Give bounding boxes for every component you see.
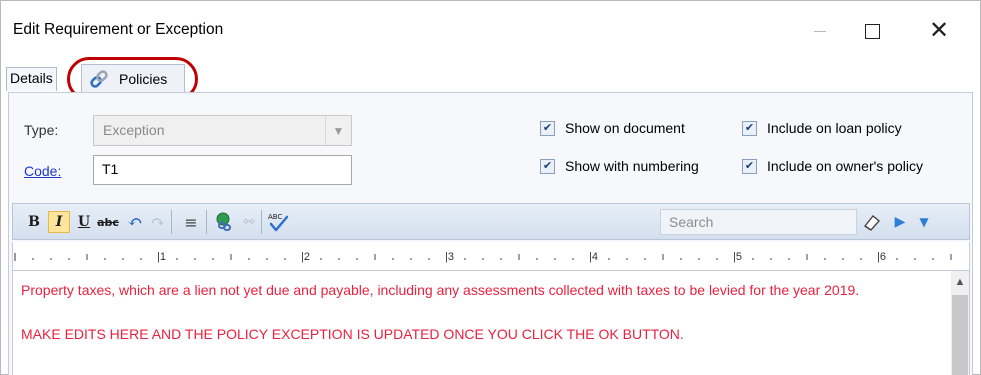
insert-link-button[interactable] [213, 211, 235, 233]
hyperlink-icon [216, 212, 231, 231]
include-on-loan-policy-checkbox[interactable]: ✔ Include on loan policy [742, 120, 902, 136]
window-title: Edit Requirement or Exception [13, 21, 224, 38]
scroll-thumb[interactable] [952, 295, 968, 375]
checkbox-check-icon: ✔ [742, 120, 757, 136]
type-label: Type: [24, 122, 59, 138]
remove-link-icon[interactable]: ⚯ [238, 211, 260, 233]
edit-requirement-window: Edit Requirement or Exception ✕ Details … [0, 0, 981, 375]
code-input[interactable]: T1 [93, 155, 352, 185]
spell-check-button[interactable]: ABC [267, 211, 289, 233]
underline-button[interactable]: U [73, 211, 95, 233]
toolbar-separator [206, 210, 207, 234]
checkbox-check-icon: ✔ [540, 158, 555, 174]
title-bar: Edit Requirement or Exception ✕ [1, 1, 980, 61]
search-next-button[interactable]: ▶ [889, 211, 911, 233]
svg-text:ABC: ABC [268, 213, 282, 221]
checkbox-check-icon: ✔ [540, 120, 555, 136]
show-with-numbering-checkbox[interactable]: ✔ Show with numbering [540, 158, 699, 174]
type-dropdown-value: Exception [103, 122, 165, 138]
bold-button[interactable]: B [23, 211, 45, 233]
chevron-down-icon: ▼ [919, 215, 929, 229]
search-input[interactable]: Search [660, 209, 857, 235]
ruler-graphic: |1 |2 |3 |4 |5 |6 [14, 251, 952, 263]
scroll-up-icon[interactable]: ▲ [951, 271, 969, 293]
include-on-loan-policy-label: Include on loan policy [767, 120, 902, 136]
close-button[interactable]: ✕ [916, 11, 962, 51]
spell-check-icon: ABC [268, 213, 289, 232]
maximize-icon [864, 23, 880, 39]
show-on-document-checkbox[interactable]: ✔ Show on document [540, 120, 685, 136]
minimize-button[interactable] [797, 11, 843, 51]
show-on-document-label: Show on document [565, 120, 685, 136]
editor-content[interactable]: Property taxes, which are a lien not yet… [21, 279, 936, 345]
details-panel: Type: Exception ▼ Code: T1 ✔ Show on doc… [8, 92, 973, 375]
ruler-number: |2 [301, 251, 310, 263]
editor-paragraph: Property taxes, which are a lien not yet… [21, 282, 860, 298]
include-on-owners-policy-checkbox[interactable]: ✔ Include on owner's policy [742, 158, 923, 174]
tab-details-label: Details [10, 70, 53, 86]
type-dropdown[interactable]: Exception ▼ [93, 115, 352, 146]
code-link[interactable]: Code: [24, 163, 61, 179]
list-icon[interactable]: ≡ [180, 211, 202, 233]
redo-icon[interactable]: ↷ [147, 211, 169, 233]
ruler: |1 |2 |3 |4 |5 |6 [12, 242, 970, 270]
play-icon: ▶ [894, 214, 906, 230]
ruler-number: |1 [157, 251, 166, 263]
clear-search-button[interactable] [861, 211, 883, 233]
toolbar-separator [171, 210, 172, 234]
search-options-button[interactable]: ▼ [913, 211, 935, 233]
minimize-icon [814, 30, 826, 32]
include-on-owners-policy-label: Include on owner's policy [767, 158, 923, 174]
close-icon: ✕ [928, 17, 950, 44]
rich-text-editor[interactable]: Property taxes, which are a lien not yet… [12, 270, 970, 375]
formatting-toolbar: B I U abc ↶ ↷ ≡ ⚯ ABC Search ▶ ▼ [12, 203, 970, 240]
strikethrough-button[interactable]: abc [97, 211, 119, 233]
undo-icon[interactable]: ↶ [124, 211, 146, 233]
checkbox-check-icon: ✔ [742, 158, 757, 174]
editor-paragraph: MAKE EDITS HERE AND THE POLICY EXCEPTION… [21, 326, 684, 342]
ruler-number: |3 [445, 251, 454, 263]
vertical-scrollbar[interactable]: ▲ [951, 271, 969, 375]
maximize-button[interactable] [849, 11, 895, 51]
tab-details[interactable]: Details [6, 67, 57, 91]
italic-button[interactable]: I [48, 211, 70, 233]
ruler-number: |4 [589, 251, 598, 263]
show-with-numbering-label: Show with numbering [565, 158, 699, 174]
toolbar-separator [261, 210, 262, 234]
eraser-icon [863, 215, 881, 231]
ruler-number: |6 [877, 251, 886, 263]
chevron-down-icon: ▼ [325, 116, 351, 145]
ruler-number: |5 [733, 251, 742, 263]
